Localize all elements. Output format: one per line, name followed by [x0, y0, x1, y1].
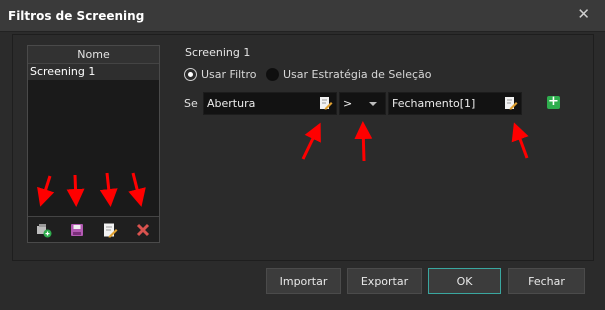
- list-toolbar: [28, 216, 159, 242]
- export-button[interactable]: Exportar: [347, 268, 422, 294]
- window-title: Filtros de Screening: [8, 9, 145, 23]
- screening-name-label: Screening 1: [185, 46, 251, 59]
- add-condition-button[interactable]: +: [547, 95, 560, 109]
- operator-value: >: [343, 97, 353, 110]
- save-icon[interactable]: [69, 222, 85, 238]
- left-expression-field[interactable]: Abertura: [203, 92, 337, 115]
- radio-selected-icon[interactable]: [184, 68, 197, 81]
- close-button[interactable]: Fechar: [508, 268, 585, 294]
- right-expression-value: Fechamento[1]: [392, 97, 476, 110]
- left-expression-value: Abertura: [207, 97, 256, 110]
- radio-usar-filtro-label: Usar Filtro: [201, 68, 257, 81]
- radio-usar-estrategia-label: Usar Estratégia de Seleção: [283, 68, 432, 81]
- ok-button[interactable]: OK: [428, 268, 501, 294]
- condition-prefix: Se: [184, 97, 198, 110]
- list-item[interactable]: Screening 1: [28, 64, 159, 80]
- import-button[interactable]: Importar: [266, 268, 341, 294]
- close-icon[interactable]: ✕: [577, 5, 590, 23]
- delete-icon[interactable]: [135, 222, 151, 238]
- operator-select[interactable]: >: [339, 92, 386, 115]
- edit-expression-icon[interactable]: [504, 96, 518, 110]
- right-expression-field[interactable]: Fechamento[1]: [388, 92, 522, 115]
- radio-usar-filtro[interactable]: Usar Filtro: [184, 68, 257, 81]
- screening-list: Nome Screening 1: [27, 45, 160, 243]
- chevron-down-icon[interactable]: [369, 102, 377, 106]
- list-header-nome: Nome: [28, 46, 159, 64]
- radio-usar-estrategia[interactable]: Usar Estratégia de Seleção: [266, 68, 432, 81]
- edit-expression-icon[interactable]: [319, 96, 333, 110]
- titlebar: Filtros de Screening ✕: [0, 0, 605, 32]
- new-screening-icon[interactable]: [36, 222, 52, 238]
- radio-unselected-icon[interactable]: [266, 68, 279, 81]
- edit-icon[interactable]: [102, 222, 118, 238]
